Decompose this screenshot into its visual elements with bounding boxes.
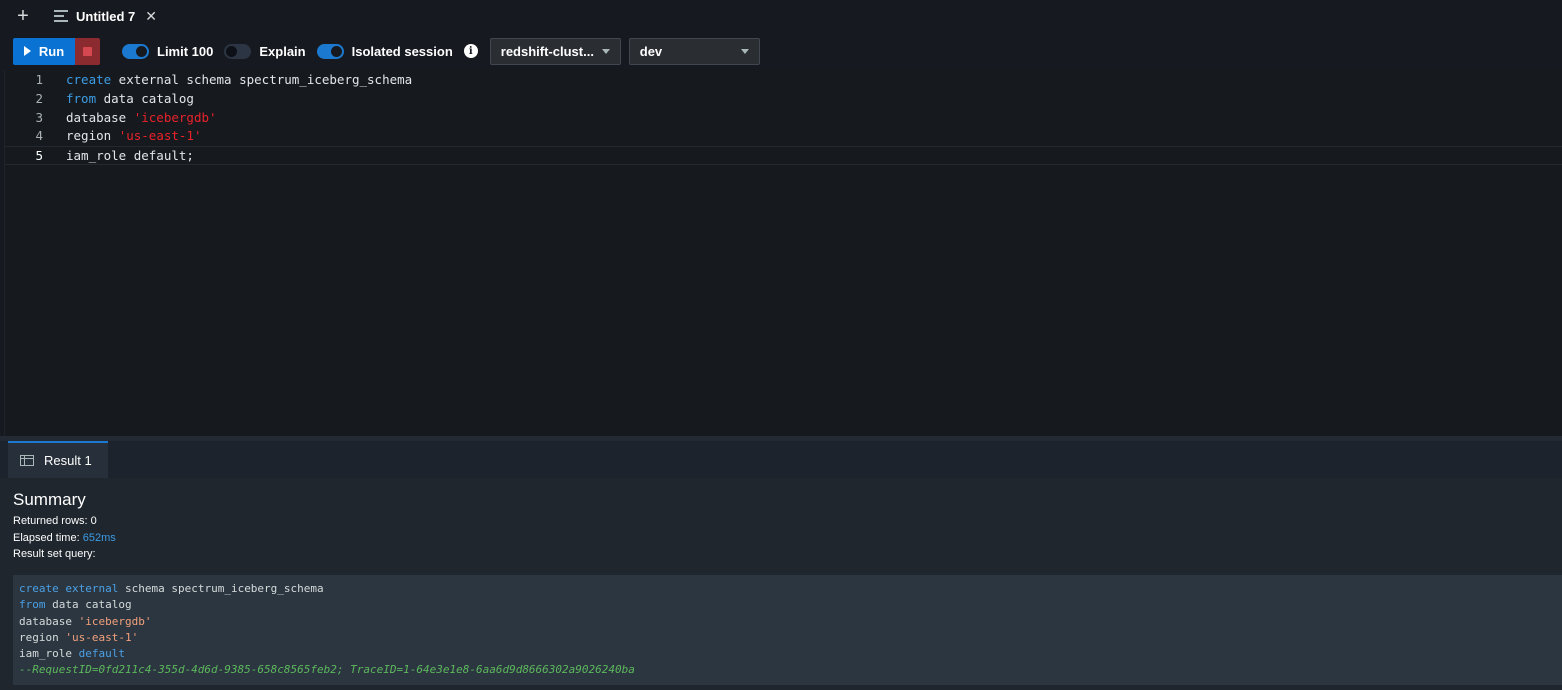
limit-label: Limit 100 <box>157 43 214 59</box>
close-tab-icon[interactable]: ✕ <box>145 8 157 25</box>
stop-icon <box>83 46 92 56</box>
elapsed-time-value: 652ms <box>82 531 116 544</box>
line-number: 2 <box>35 90 43 106</box>
line-number: 4 <box>35 128 43 144</box>
code-editor[interactable]: 1 create external schema spectrum_iceber… <box>4 70 1562 436</box>
result-set-query-label: Result set query: <box>13 548 96 560</box>
tab-title: Untitled 7 <box>76 8 136 24</box>
result-tabs: Result 1 <box>0 441 1562 478</box>
code-text: region <box>66 128 119 144</box>
database-select-value: dev <box>639 43 663 59</box>
code-text: database <box>66 109 134 125</box>
info-icon[interactable]: i <box>463 44 478 58</box>
query-comment: --RequestID=0fd211c4-355d-4d6d-9385-658c… <box>19 663 635 677</box>
result-set-query-box: create external schema spectrum_iceberg_… <box>13 575 1562 685</box>
line-number: 5 <box>35 148 43 164</box>
code-line: 2 from data catalog <box>5 90 1562 109</box>
code-line-active: 5 iam_role default; <box>5 146 1562 165</box>
sql-keyword: external <box>65 582 119 595</box>
sql-string: 'icebergdb' <box>133 109 217 125</box>
code-text: data catalog <box>96 90 194 106</box>
explain-toggle[interactable] <box>224 43 252 59</box>
isolated-session-label: Isolated session <box>351 43 453 59</box>
database-select[interactable]: dev <box>628 37 760 65</box>
elapsed-time-label: Elapsed time: <box>13 531 80 544</box>
query-line: create external schema spectrum_iceberg_… <box>19 581 1556 597</box>
query-text: data catalog <box>45 598 132 612</box>
line-number: 1 <box>35 72 43 87</box>
run-button-label: Run <box>38 43 65 59</box>
table-icon <box>20 455 34 466</box>
code-text: iam_role default; <box>66 148 194 164</box>
sql-string: 'icebergdb' <box>78 614 152 628</box>
sql-keyword: from <box>19 598 46 612</box>
query-text: iam_role <box>19 647 79 661</box>
run-button[interactable]: Run <box>13 37 75 65</box>
chevron-down-icon <box>601 48 610 54</box>
query-text: schema spectrum_iceberg_schema <box>118 582 324 595</box>
isolated-session-toggle[interactable] <box>316 43 344 59</box>
summary-title: Summary <box>13 490 86 509</box>
returned-rows: Returned rows: 0 <box>13 513 1562 530</box>
limit-toggle-group: Limit 100 <box>122 43 214 59</box>
sql-string: 'us-east-1' <box>65 630 139 644</box>
tab-bar: + Untitled 7 ✕ <box>0 0 1562 32</box>
tab-result-1[interactable]: Result 1 <box>8 441 108 478</box>
query-line: iam_role default <box>19 646 1556 662</box>
code-line: 4 region 'us-east-1' <box>5 127 1562 146</box>
sql-keyword: create <box>19 582 59 595</box>
tab-untitled-7[interactable]: Untitled 7 ✕ <box>48 0 163 32</box>
query-line: from data catalog <box>19 597 1556 613</box>
cluster-select[interactable]: redshift-clust... <box>489 37 621 65</box>
sql-keyword: default <box>78 647 125 661</box>
sql-keyword: from <box>66 90 97 106</box>
elapsed-time: Elapsed time: 652ms <box>13 530 1562 547</box>
editor-file-icon <box>54 10 68 22</box>
chevron-down-icon <box>740 48 749 54</box>
results-panel: Result 1 Summary Returned rows: 0 Elapse… <box>0 441 1562 690</box>
explain-label: Explain <box>259 43 306 59</box>
returned-rows-label: Returned rows: <box>13 515 88 527</box>
play-icon <box>23 46 31 56</box>
returned-rows-value: 0 <box>90 515 97 527</box>
code-text: external schema spectrum_iceberg_schema <box>111 72 413 87</box>
query-editor-app: + Untitled 7 ✕ Run Limit 100 Explain Iso… <box>0 0 1562 690</box>
result-tab-label: Result 1 <box>44 453 92 468</box>
editor-toolbar: Run Limit 100 Explain Isolated session i… <box>0 32 1562 70</box>
query-line: database 'icebergdb' <box>19 614 1556 630</box>
query-text: region <box>19 630 66 644</box>
code-line: 3 database 'icebergdb' <box>5 109 1562 128</box>
sql-string: 'us-east-1' <box>118 128 202 144</box>
line-number: 3 <box>35 109 43 125</box>
limit-toggle[interactable] <box>122 43 149 59</box>
sql-keyword: create <box>66 72 112 87</box>
cluster-select-value: redshift-clust... <box>500 43 594 59</box>
query-text: database <box>19 614 79 628</box>
isolated-session-toggle-group: Isolated session <box>316 43 453 59</box>
query-line: region 'us-east-1' <box>19 630 1556 646</box>
new-tab-button[interactable]: + <box>0 0 46 32</box>
code-line: 1 create external schema spectrum_iceber… <box>5 71 1562 90</box>
stop-button[interactable] <box>75 37 100 65</box>
explain-toggle-group: Explain <box>224 43 306 59</box>
